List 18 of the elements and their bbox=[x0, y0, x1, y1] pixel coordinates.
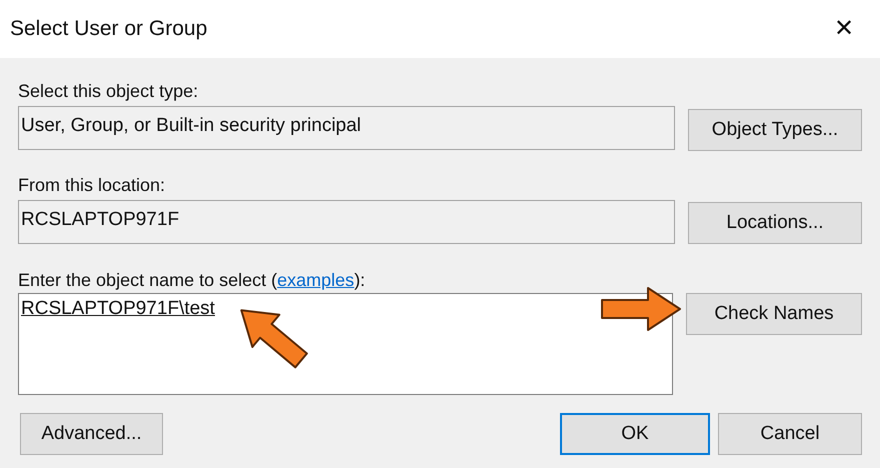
examples-link[interactable]: examples bbox=[277, 269, 354, 291]
dialog-button[interactable]: Check Names bbox=[686, 293, 862, 335]
close-button[interactable]: ✕ bbox=[824, 9, 864, 49]
field-label: Select this object type: bbox=[18, 80, 200, 102]
arrow-icon bbox=[598, 285, 682, 333]
field-label: Enter the object name to select ( bbox=[18, 269, 278, 291]
location-field: RCSLAPTOP971F bbox=[18, 200, 675, 244]
name-text: RCSLAPTOP971F\test bbox=[21, 298, 215, 319]
window-title: Select User or Group bbox=[10, 16, 208, 42]
object-type-field: User, Group, or Built-in security principal bbox=[18, 106, 675, 150]
dialog-button[interactable]: Locations... bbox=[688, 202, 862, 244]
dialog-button[interactable]: OK bbox=[560, 413, 710, 455]
field-label: From this location: bbox=[18, 174, 166, 196]
field-label: ): bbox=[354, 269, 366, 291]
dialog-button[interactable]: Advanced... bbox=[20, 413, 163, 455]
dialog-button[interactable]: Cancel bbox=[718, 413, 862, 455]
object-name-field[interactable]: RCSLAPTOP971F\test bbox=[18, 293, 673, 395]
dialog-button[interactable]: Object Types... bbox=[688, 109, 862, 151]
